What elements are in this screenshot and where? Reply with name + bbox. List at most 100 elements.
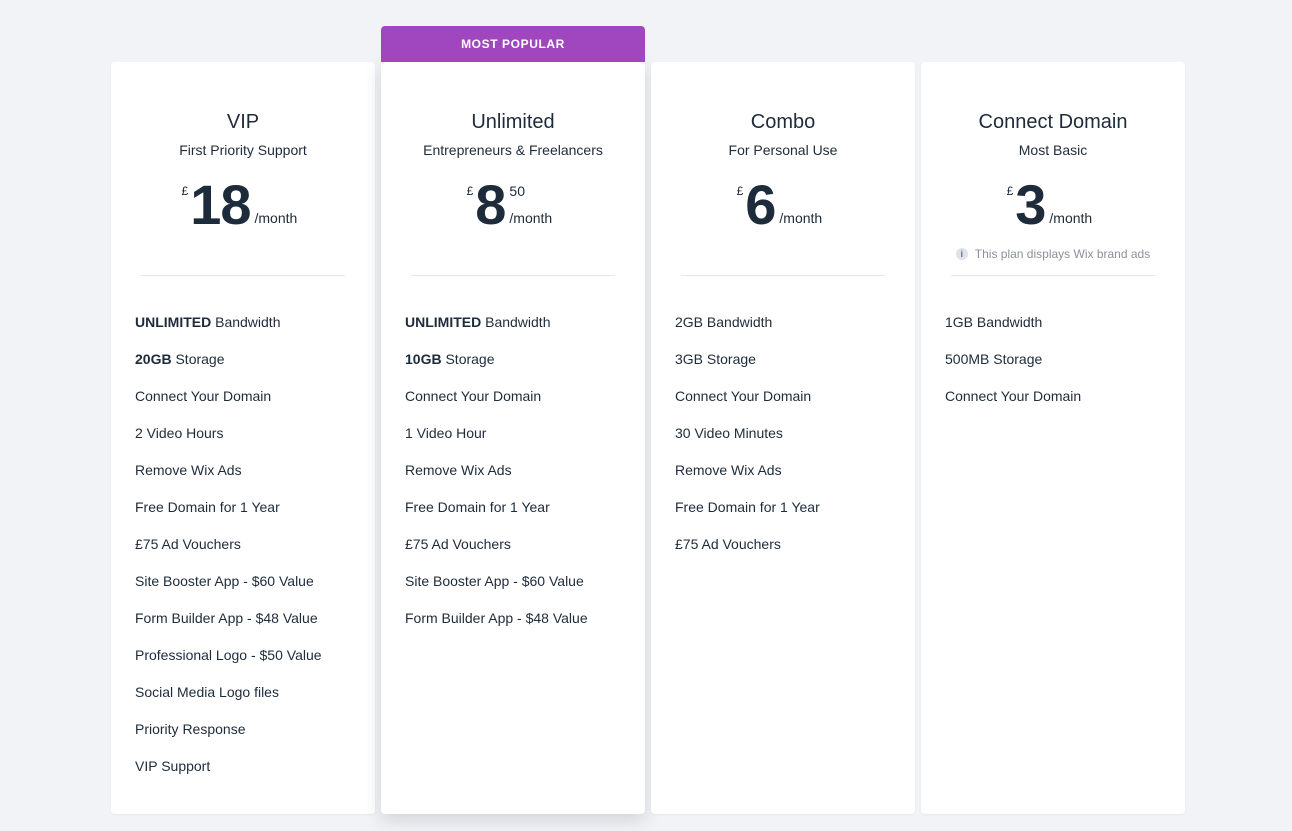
feature-item: UNLIMITED Bandwidth bbox=[135, 312, 365, 349]
feature-item: Priority Response bbox=[135, 719, 365, 756]
feature-item: 1 Video Hour bbox=[405, 423, 635, 460]
price-amount: 8 bbox=[475, 173, 506, 236]
feature-text: Remove Wix Ads bbox=[135, 462, 242, 478]
price-currency: £ bbox=[181, 184, 189, 198]
price-currency: £ bbox=[1006, 184, 1014, 198]
feature-text: Connect Your Domain bbox=[135, 388, 272, 404]
plan-price: £ 6 /month bbox=[651, 174, 915, 236]
feature-item: Form Builder App - $48 Value bbox=[405, 608, 635, 645]
feature-text: Form Builder App - $48 Value bbox=[405, 610, 588, 626]
feature-item: £75 Ad Vouchers bbox=[405, 534, 635, 571]
feature-item: Form Builder App - $48 Value bbox=[135, 608, 365, 645]
feature-text: Remove Wix Ads bbox=[405, 462, 512, 478]
divider bbox=[411, 275, 615, 276]
plan-card-connect-domain[interactable]: Connect Domain Most Basic £ 3 /month i T… bbox=[921, 62, 1185, 814]
feature-item: Connect Your Domain bbox=[675, 386, 905, 423]
feature-text: Connect Your Domain bbox=[675, 388, 812, 404]
feature-item: Site Booster App - $60 Value bbox=[405, 571, 635, 608]
feature-list: UNLIMITED Bandwidth 20GB Storage Connect Y… bbox=[135, 312, 365, 793]
plan-name: Unlimited bbox=[471, 111, 555, 133]
feature-text: 30 Video Minutes bbox=[675, 425, 783, 441]
feature-highlight: 10GB bbox=[405, 351, 442, 367]
feature-text: £75 Ad Vouchers bbox=[135, 536, 241, 552]
feature-text: Connect Your Domain bbox=[405, 388, 542, 404]
plan-price: £ 8 50 /month bbox=[381, 174, 645, 236]
feature-text: Free Domain for 1 Year bbox=[675, 499, 820, 515]
divider bbox=[951, 275, 1155, 276]
feature-list: 2GB Bandwidth 3GB Storage Connect Your Dom… bbox=[675, 312, 905, 571]
price-currency: £ bbox=[736, 184, 744, 198]
plan-name: Combo bbox=[750, 111, 816, 133]
feature-text: 2 Video Hours bbox=[135, 425, 224, 441]
feature-item: 20GB Storage bbox=[135, 349, 365, 386]
feature-text: £75 Ad Vouchers bbox=[675, 536, 781, 552]
feature-text: Form Builder App - $48 Value bbox=[135, 610, 318, 626]
feature-text: VIP Support bbox=[135, 758, 211, 774]
feature-item: Free Domain for 1 Year bbox=[405, 497, 635, 534]
feature-highlight: 20GB bbox=[135, 351, 172, 367]
price-period: /month bbox=[779, 210, 823, 226]
brand-ads-note: i This plan displays Wix brand ads bbox=[921, 247, 1185, 261]
feature-item: Remove Wix Ads bbox=[135, 460, 365, 497]
feature-item: 1GB Bandwidth bbox=[945, 312, 1175, 349]
feature-highlight: UNLIMITED bbox=[135, 314, 212, 330]
plan-tagline: Entrepreneurs & Freelancers bbox=[423, 142, 603, 158]
feature-item: £75 Ad Vouchers bbox=[135, 534, 365, 571]
feature-text: Storage bbox=[171, 351, 225, 367]
plans-grid: VIP First Priority Support £ 18 /month U… bbox=[111, 26, 1185, 814]
feature-item: 3GB Storage bbox=[675, 349, 905, 386]
feature-item: £75 Ad Vouchers bbox=[675, 534, 905, 571]
feature-text: £75 Ad Vouchers bbox=[405, 536, 511, 552]
feature-text: Storage bbox=[441, 351, 495, 367]
feature-list: 1GB Bandwidth 500MB Storage Connect Your D… bbox=[945, 312, 1175, 423]
feature-text: 2GB Bandwidth bbox=[675, 314, 773, 330]
plan-price: £ 3 /month bbox=[921, 174, 1185, 236]
feature-item: 2 Video Hours bbox=[135, 423, 365, 460]
feature-text: Site Booster App - $60 Value bbox=[135, 573, 314, 589]
plan-card-vip[interactable]: VIP First Priority Support £ 18 /month U… bbox=[111, 62, 375, 814]
brand-ads-note-text: This plan displays Wix brand ads bbox=[974, 247, 1151, 261]
feature-item: Remove Wix Ads bbox=[675, 460, 905, 497]
plan-card-combo[interactable]: Combo For Personal Use £ 6 /month 2GB Ba… bbox=[651, 62, 915, 814]
feature-text: 1GB Bandwidth bbox=[945, 314, 1043, 330]
feature-item: Site Booster App - $60 Value bbox=[135, 571, 365, 608]
feature-item: 2GB Bandwidth bbox=[675, 312, 905, 349]
feature-item: Remove Wix Ads bbox=[405, 460, 635, 497]
feature-text: Bandwidth bbox=[211, 314, 281, 330]
feature-text: Free Domain for 1 Year bbox=[405, 499, 550, 515]
feature-item: Connect Your Domain bbox=[945, 386, 1175, 423]
feature-text: Free Domain for 1 Year bbox=[135, 499, 280, 515]
feature-text: 3GB Storage bbox=[675, 351, 756, 367]
divider bbox=[141, 275, 345, 276]
price-currency: £ bbox=[466, 184, 474, 198]
feature-list: UNLIMITED Bandwidth 10GB Storage Connect Y… bbox=[405, 312, 635, 645]
feature-text: Professional Logo - $50 Value bbox=[135, 647, 322, 663]
divider bbox=[681, 275, 885, 276]
feature-item: Social Media Logo files bbox=[135, 682, 365, 719]
feature-item: 30 Video Minutes bbox=[675, 423, 905, 460]
info-icon[interactable]: i bbox=[955, 248, 968, 260]
feature-item: Professional Logo - $50 Value bbox=[135, 645, 365, 682]
feature-text: Remove Wix Ads bbox=[675, 462, 782, 478]
price-period: /month bbox=[509, 210, 553, 226]
plan-name: Connect Domain bbox=[978, 111, 1128, 133]
feature-text: Bandwidth bbox=[481, 314, 551, 330]
feature-item: 10GB Storage bbox=[405, 349, 635, 386]
feature-item: UNLIMITED Bandwidth bbox=[405, 312, 635, 349]
feature-item: Free Domain for 1 Year bbox=[135, 497, 365, 534]
price-cents: 50 bbox=[509, 183, 525, 199]
feature-item: Free Domain for 1 Year bbox=[675, 497, 905, 534]
plan-tagline: First Priority Support bbox=[179, 142, 307, 158]
plan-card-unlimited[interactable]: MOST POPULAR Unlimited Entrepreneurs & F… bbox=[381, 26, 645, 814]
feature-highlight: UNLIMITED bbox=[405, 314, 482, 330]
plan-tagline: Most Basic bbox=[1018, 142, 1088, 158]
plan-tagline: For Personal Use bbox=[728, 142, 838, 158]
feature-item: Connect Your Domain bbox=[135, 386, 365, 423]
plan-name: VIP bbox=[226, 111, 260, 133]
feature-item: Connect Your Domain bbox=[405, 386, 635, 423]
plan-price: £ 18 /month bbox=[111, 174, 375, 236]
feature-text: Social Media Logo files bbox=[135, 684, 279, 700]
price-amount: 3 bbox=[1015, 173, 1046, 236]
price-amount: 6 bbox=[745, 173, 776, 236]
feature-item: VIP Support bbox=[135, 756, 365, 793]
